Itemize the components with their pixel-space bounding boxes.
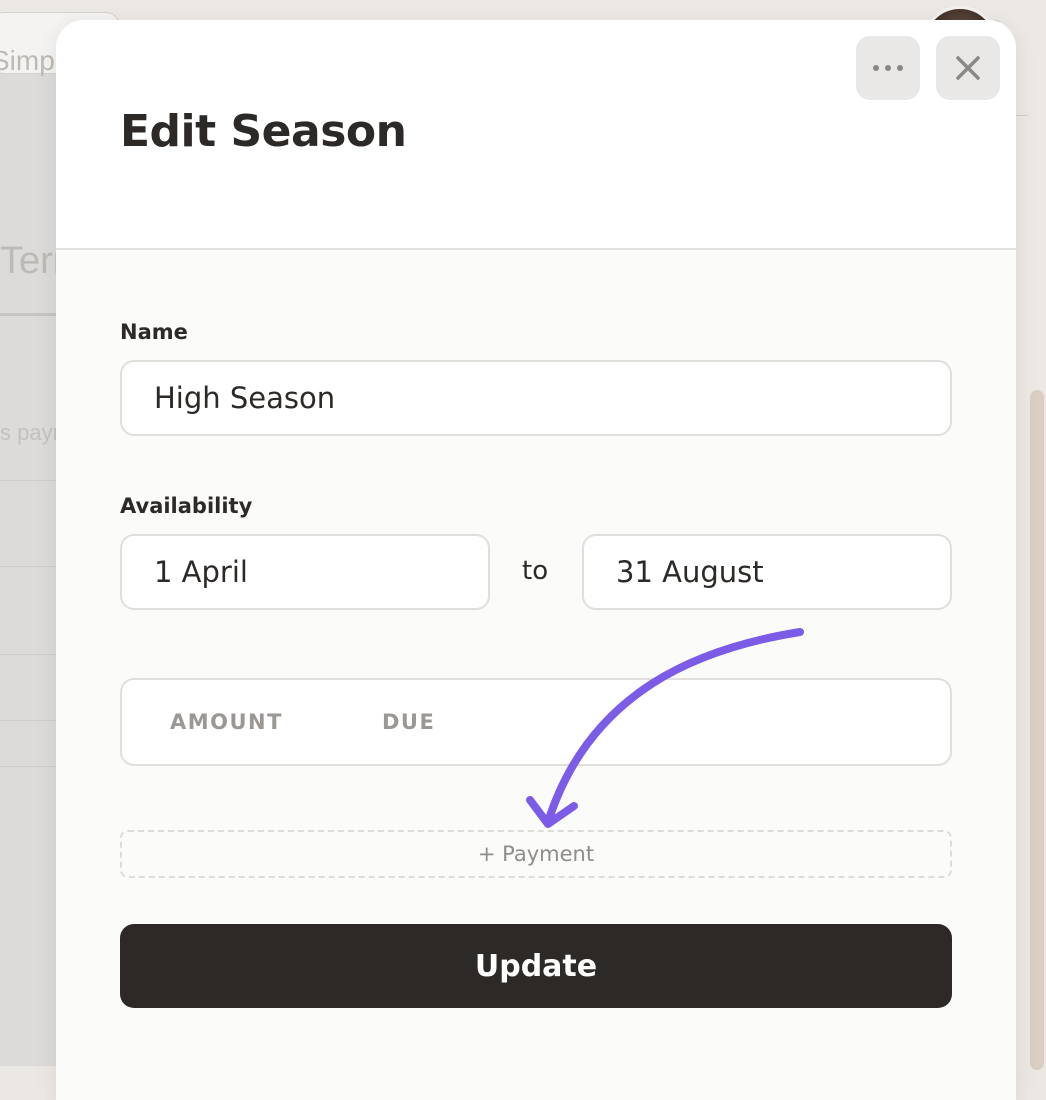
background-divider [0,654,60,655]
ellipsis-icon [873,65,903,71]
background-tab-underline [0,313,60,316]
add-payment-label: + Payment [477,842,595,866]
update-button[interactable]: Update [120,924,952,1008]
close-button[interactable] [936,36,1000,100]
payments-table: AMOUNT DUE [120,678,952,766]
availability-to-label: to [522,556,549,586]
name-input-value: High Season [154,381,336,415]
edit-season-modal: Edit Season Name High Season Availabilit… [56,20,1016,1100]
more-options-button[interactable] [856,36,920,100]
name-label: Name [120,320,188,344]
name-input[interactable]: High Season [120,360,952,436]
background-divider [0,566,60,567]
update-button-label: Update [474,948,598,984]
modal-header: Edit Season [56,20,1016,250]
background-divider [0,720,60,721]
availability-from-value: 1 April [154,555,248,589]
availability-to-input[interactable]: 31 August [582,534,952,610]
background-divider [0,480,60,481]
background-text-fragment: s payr [0,420,60,445]
background-divider [1016,115,1028,116]
column-header-amount: AMOUNT [170,710,283,734]
availability-from-input[interactable]: 1 April [120,534,490,610]
availability-label: Availability [120,494,253,518]
close-icon [956,56,980,80]
availability-to-value: 31 August [616,555,764,589]
column-header-due: DUE [382,710,436,734]
add-payment-button[interactable]: + Payment [120,830,952,878]
modal-title: Edit Season [120,106,407,157]
scrollbar-thumb[interactable] [1030,390,1044,1070]
background-divider [0,766,60,767]
